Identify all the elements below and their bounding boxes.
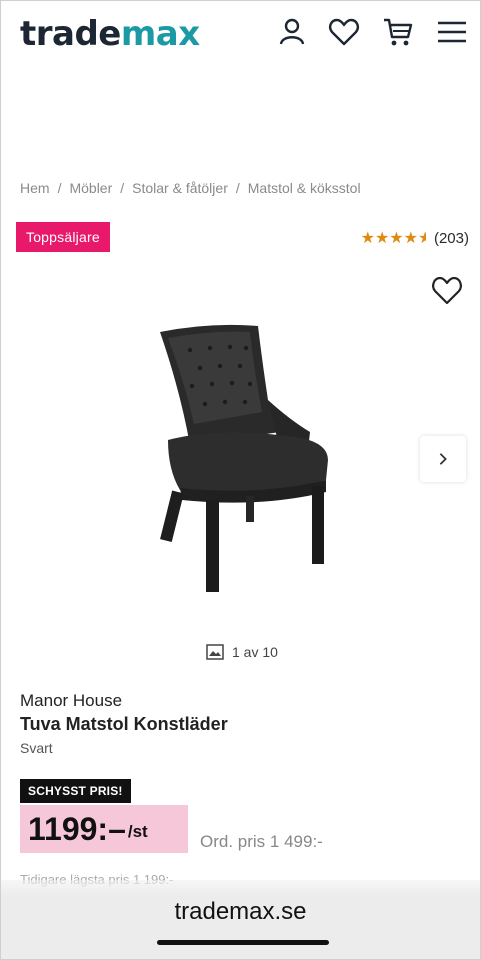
banner-space: [0, 66, 481, 166]
home-indicator[interactable]: [157, 940, 329, 945]
bestseller-badge: Toppsäljare: [16, 222, 110, 252]
rating[interactable]: ★★★★★ (203): [361, 228, 469, 248]
ordinary-price: Ord. pris 1 499:-: [200, 832, 323, 851]
trademax-logo[interactable]: trademax: [20, 14, 200, 54]
image-counter: 1 av 10: [206, 644, 278, 660]
breadcrumb-home[interactable]: Hem: [20, 180, 50, 196]
menu-icon[interactable]: [436, 16, 468, 48]
next-image-button[interactable]: [420, 436, 466, 482]
price: 1199:–: [28, 810, 126, 847]
breadcrumb: Hem / Möbler / Stolar & fåtöljer / Matstol & k…: [20, 180, 361, 196]
breadcrumb-chairs[interactable]: Stolar & fåtöljer: [132, 180, 228, 196]
price-unit: /st: [127, 822, 148, 841]
breadcrumb-furniture[interactable]: Möbler: [69, 180, 112, 196]
header: trademax: [0, 0, 481, 66]
rating-count: (203): [433, 229, 469, 247]
product-title: Tuva Matstol Konstläder: [20, 714, 228, 734]
gallery-icon: [206, 644, 224, 660]
breadcrumb-dining-chairs[interactable]: Matstol & köksstol: [248, 180, 361, 196]
product-brand[interactable]: Manor House: [20, 691, 122, 711]
chevron-right-icon: [439, 453, 447, 465]
add-to-wishlist-heart-icon[interactable]: [430, 274, 464, 306]
user-icon[interactable]: [276, 16, 308, 48]
product-color: Svart: [20, 740, 53, 756]
cart-icon[interactable]: [382, 16, 414, 48]
heart-icon[interactable]: [328, 16, 360, 48]
browser-url[interactable]: trademax.se: [0, 898, 481, 926]
product-image[interactable]: [150, 320, 340, 600]
deal-label: SCHYSST PRIS!: [20, 779, 131, 803]
price-box: 1199:–/st: [20, 805, 188, 853]
rating-stars-icon: ★★★★★: [360, 230, 426, 247]
